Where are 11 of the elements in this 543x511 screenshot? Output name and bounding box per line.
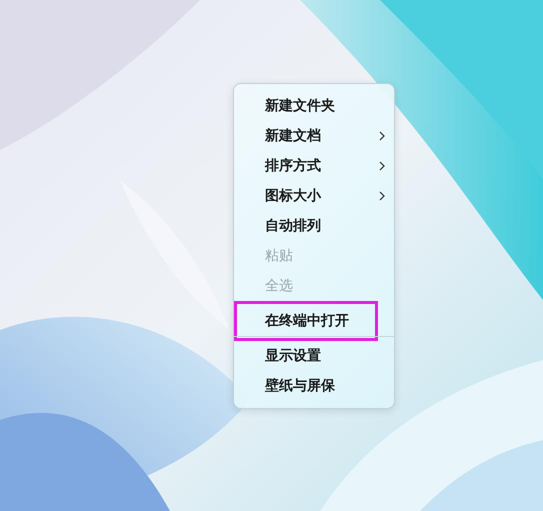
menu-item[interactable]: 排序方式 [234, 151, 394, 181]
menu-item[interactable]: 显示设置 [234, 341, 394, 371]
menu-item[interactable]: 图标大小 [234, 181, 394, 211]
chevron-right-icon [379, 191, 385, 201]
menu-item[interactable]: 壁纸与屏保 [234, 371, 394, 401]
menu-item[interactable]: 自动排列 [234, 211, 394, 241]
menu-item[interactable]: 在终端中打开 [234, 301, 394, 341]
chevron-right-icon [379, 131, 385, 141]
menu-item[interactable]: 新建文件夹 [234, 91, 394, 121]
menu-item[interactable]: 新建文档 [234, 121, 394, 151]
chevron-right-icon [379, 161, 385, 171]
